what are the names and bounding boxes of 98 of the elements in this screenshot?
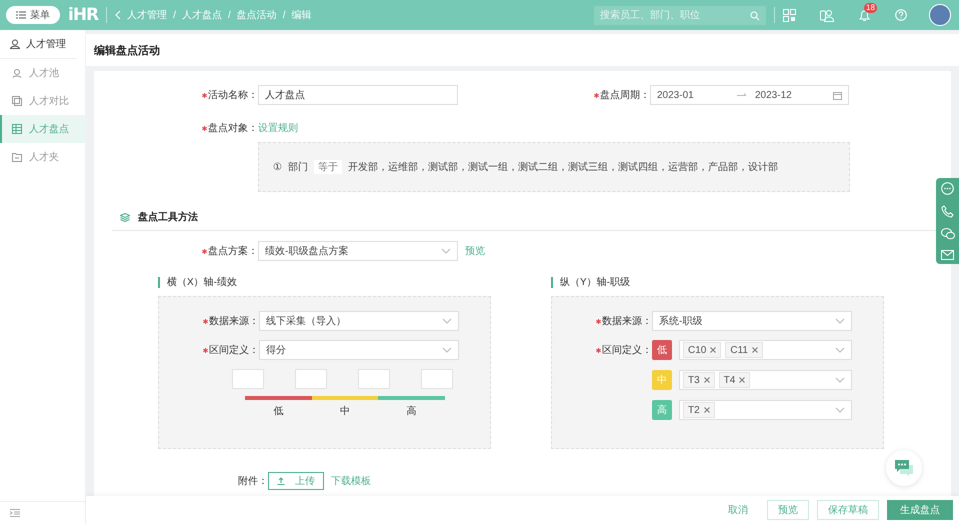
tag: T2 — [683, 402, 715, 418]
footer-button[interactable]: 保存草稿 — [817, 500, 879, 520]
field-label: 盘点方案： — [208, 244, 258, 258]
notification-badge: 18 — [864, 2, 877, 12]
close-icon[interactable] — [704, 407, 710, 413]
threshold-input[interactable] — [421, 369, 453, 389]
tag-select-field[interactable]: T3 T4 — [679, 370, 852, 390]
rule-index: ① — [273, 161, 282, 173]
breadcrumb-separator: / — [173, 10, 176, 20]
bell-icon[interactable] — [858, 8, 871, 22]
sidebar-header: 人才管理 — [26, 38, 66, 51]
close-icon[interactable] — [752, 347, 758, 353]
level-label: 低 — [273, 405, 284, 418]
level-badge: 高 — [652, 400, 672, 420]
date-range-field[interactable]: 2023-01 2023-12 — [650, 85, 849, 105]
grid-icon — [12, 124, 22, 134]
picture-frame-icon — [12, 96, 22, 106]
field-label: 数据来源： — [602, 314, 652, 328]
sidebar-item[interactable]: 人才盘点 — [0, 115, 85, 143]
select-field[interactable]: 绩效-职级盘点方案 — [258, 241, 458, 261]
back-icon[interactable] — [115, 10, 122, 20]
qr-code-icon[interactable] — [783, 8, 796, 22]
people-icon — [12, 68, 22, 78]
chevron-down-icon — [835, 377, 845, 383]
breadcrumb-separator: / — [282, 10, 286, 20]
tag: T4 — [718, 372, 750, 388]
person-icon — [10, 39, 20, 49]
rule-value: 开发部，运维部，测试部，测试一组，测试二组，测试三组，测试四组，运营部，产品部，设计部 — [348, 160, 778, 174]
collapse-menu-icon[interactable] — [10, 509, 20, 517]
breadcrumb-item[interactable]: 人才盘点 — [182, 8, 222, 22]
field-label: 数据来源： — [209, 314, 259, 328]
select-field[interactable]: 得分 — [259, 340, 459, 360]
level-badge: 低 — [652, 340, 672, 360]
search-icon — [750, 10, 760, 20]
arrow-right-icon — [737, 92, 747, 98]
breadcrumb-item[interactable]: 人才管理 — [127, 8, 168, 22]
section-title: 盘点工具方法 — [138, 210, 198, 224]
chat-bubble-icon[interactable] — [941, 182, 954, 195]
field-label: 区间定义： — [209, 344, 259, 357]
breadcrumb-separator: / — [228, 10, 231, 20]
folder-icon — [12, 152, 22, 162]
close-icon[interactable] — [704, 377, 710, 383]
avatar[interactable] — [929, 4, 951, 26]
breadcrumb-item[interactable]: 盘点活动 — [236, 8, 277, 22]
close-icon[interactable] — [739, 377, 746, 383]
threshold-input[interactable] — [358, 369, 390, 389]
input-field[interactable]: 人才盘点 — [258, 85, 458, 105]
footer-button[interactable]: 生成盘点 — [887, 500, 953, 520]
field-label: 活动名称： — [208, 89, 258, 102]
chevron-down-icon — [835, 347, 845, 353]
chevron-down-icon — [441, 248, 451, 254]
chevron-down-icon — [835, 318, 845, 324]
tag-select-field[interactable]: C10 C11 — [679, 340, 852, 360]
chevron-down-icon — [442, 347, 452, 353]
field-label: 盘点周期： — [600, 88, 650, 102]
set-rule-link[interactable]: 设置规则 — [258, 121, 298, 135]
level-badge: 中 — [652, 370, 672, 390]
select-field[interactable]: 系统-职级 — [652, 311, 852, 331]
preview-link[interactable]: 预览 — [465, 244, 485, 258]
calendar-icon — [833, 90, 842, 100]
axis-title: 横（X）轴-绩效 — [158, 277, 491, 288]
sidebar-item[interactable]: 人才池 — [0, 59, 85, 87]
level-label: 高 — [406, 404, 417, 418]
upload-icon — [277, 477, 285, 485]
field-label: 附件： — [238, 475, 268, 488]
chevron-down-icon — [442, 318, 452, 324]
axis-title: 纵（Y）轴-职级 — [551, 277, 884, 288]
upload-button[interactable]: 上传 — [268, 472, 324, 490]
sidebar-item[interactable]: 人才对比 — [0, 87, 85, 115]
close-icon[interactable] — [710, 347, 716, 353]
tag: T3 — [683, 372, 715, 388]
threshold-input[interactable] — [295, 369, 327, 389]
logo: iHR — [68, 5, 98, 25]
rule-operator: 等于 — [314, 160, 342, 174]
chat-bubbles-icon[interactable] — [940, 228, 954, 240]
phone-icon[interactable] — [941, 205, 954, 218]
page-title: 编辑盘点活动 — [86, 34, 959, 66]
rule-field: 部门 — [288, 160, 308, 174]
threshold-input[interactable] — [232, 369, 264, 389]
tag: C10 — [683, 342, 722, 358]
help-icon[interactable] — [895, 9, 907, 21]
layers-icon — [120, 212, 130, 222]
download-template-link[interactable]: 下载模板 — [331, 474, 371, 488]
select-field[interactable]: 线下采集（导入） — [259, 311, 459, 331]
sidebar-item[interactable]: 人才夹 — [0, 143, 85, 171]
chat-bubbles-icon — [894, 459, 914, 477]
level-label: 中 — [340, 404, 350, 418]
mail-icon[interactable] — [941, 250, 954, 260]
breadcrumb-item[interactable]: 编辑 — [292, 8, 312, 22]
tag-select-field[interactable]: T2 — [679, 400, 852, 420]
tag: C11 — [725, 342, 763, 358]
chevron-down-icon — [835, 407, 845, 413]
footer-button[interactable]: 预览 — [767, 500, 809, 520]
field-label: 盘点对象： — [208, 122, 258, 135]
menu-button[interactable]: 菜单 — [6, 6, 60, 24]
contacts-icon[interactable] — [820, 8, 834, 22]
list-icon — [16, 11, 26, 19]
field-label: 区间定义： — [602, 344, 652, 357]
